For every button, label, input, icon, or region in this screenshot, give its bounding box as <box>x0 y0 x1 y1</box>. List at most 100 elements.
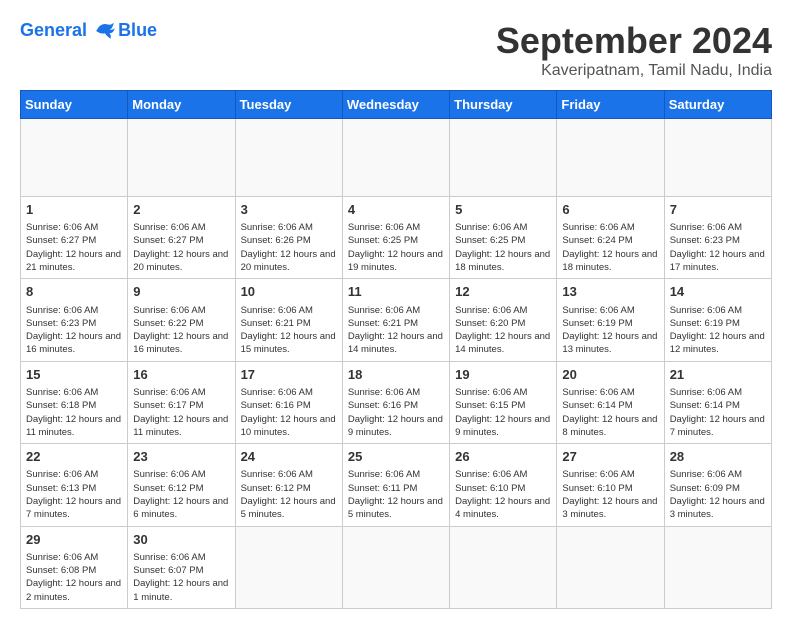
daylight-label: Daylight: 12 hours and 7 minutes. <box>670 414 765 438</box>
sunrise-label: Sunrise: 6:06 AM <box>562 222 634 233</box>
table-row: 18 Sunrise: 6:06 AM Sunset: 6:16 PM Dayl… <box>342 361 449 443</box>
day-number: 25 <box>348 448 444 466</box>
col-monday: Monday <box>128 91 235 119</box>
sunset-label: Sunset: 6:18 PM <box>26 400 96 411</box>
day-number: 30 <box>133 531 229 549</box>
sunset-label: Sunset: 6:09 PM <box>670 483 740 494</box>
table-row: 25 Sunrise: 6:06 AM Sunset: 6:11 PM Dayl… <box>342 444 449 526</box>
table-row: 1 Sunrise: 6:06 AM Sunset: 6:27 PM Dayli… <box>21 197 128 279</box>
sunrise-label: Sunrise: 6:06 AM <box>455 305 527 316</box>
daylight-label: Daylight: 12 hours and 4 minutes. <box>455 496 550 520</box>
day-number: 22 <box>26 448 122 466</box>
sunrise-label: Sunrise: 6:06 AM <box>455 387 527 398</box>
day-number: 15 <box>26 366 122 384</box>
sunrise-label: Sunrise: 6:06 AM <box>670 222 742 233</box>
table-row: 27 Sunrise: 6:06 AM Sunset: 6:10 PM Dayl… <box>557 444 664 526</box>
table-row: 3 Sunrise: 6:06 AM Sunset: 6:26 PM Dayli… <box>235 197 342 279</box>
table-row: 6 Sunrise: 6:06 AM Sunset: 6:24 PM Dayli… <box>557 197 664 279</box>
sunset-label: Sunset: 6:25 PM <box>348 235 418 246</box>
sunrise-label: Sunrise: 6:06 AM <box>133 552 205 563</box>
table-row <box>557 119 664 197</box>
sunrise-label: Sunrise: 6:06 AM <box>133 305 205 316</box>
day-number: 8 <box>26 283 122 301</box>
sunrise-label: Sunrise: 6:06 AM <box>26 552 98 563</box>
sunset-label: Sunset: 6:14 PM <box>562 400 632 411</box>
table-row <box>450 119 557 197</box>
daylight-label: Daylight: 12 hours and 11 minutes. <box>26 414 121 438</box>
table-row: 7 Sunrise: 6:06 AM Sunset: 6:23 PM Dayli… <box>664 197 771 279</box>
sunset-label: Sunset: 6:27 PM <box>133 235 203 246</box>
col-saturday: Saturday <box>664 91 771 119</box>
daylight-label: Daylight: 12 hours and 16 minutes. <box>26 331 121 355</box>
logo-bird-icon <box>94 20 116 42</box>
table-row <box>450 526 557 608</box>
table-row: 2 Sunrise: 6:06 AM Sunset: 6:27 PM Dayli… <box>128 197 235 279</box>
daylight-label: Daylight: 12 hours and 3 minutes. <box>670 496 765 520</box>
table-row: 9 Sunrise: 6:06 AM Sunset: 6:22 PM Dayli… <box>128 279 235 361</box>
month-title: September 2024 <box>496 20 772 62</box>
daylight-label: Daylight: 12 hours and 20 minutes. <box>241 249 336 273</box>
day-number: 17 <box>241 366 337 384</box>
table-row <box>664 526 771 608</box>
daylight-label: Daylight: 12 hours and 5 minutes. <box>241 496 336 520</box>
table-row <box>128 119 235 197</box>
day-number: 24 <box>241 448 337 466</box>
calendar-week-row: 29 Sunrise: 6:06 AM Sunset: 6:08 PM Dayl… <box>21 526 772 608</box>
daylight-label: Daylight: 12 hours and 14 minutes. <box>348 331 443 355</box>
calendar-week-row: 8 Sunrise: 6:06 AM Sunset: 6:23 PM Dayli… <box>21 279 772 361</box>
table-row: 20 Sunrise: 6:06 AM Sunset: 6:14 PM Dayl… <box>557 361 664 443</box>
sunset-label: Sunset: 6:20 PM <box>455 318 525 329</box>
sunrise-label: Sunrise: 6:06 AM <box>455 222 527 233</box>
day-number: 18 <box>348 366 444 384</box>
sunset-label: Sunset: 6:16 PM <box>348 400 418 411</box>
day-number: 10 <box>241 283 337 301</box>
sunset-label: Sunset: 6:27 PM <box>26 235 96 246</box>
sunset-label: Sunset: 6:21 PM <box>241 318 311 329</box>
sunset-label: Sunset: 6:15 PM <box>455 400 525 411</box>
sunrise-label: Sunrise: 6:06 AM <box>26 387 98 398</box>
col-tuesday: Tuesday <box>235 91 342 119</box>
logo-blue: Blue <box>118 21 157 41</box>
table-row <box>235 526 342 608</box>
table-row: 21 Sunrise: 6:06 AM Sunset: 6:14 PM Dayl… <box>664 361 771 443</box>
table-row <box>664 119 771 197</box>
day-number: 29 <box>26 531 122 549</box>
col-sunday: Sunday <box>21 91 128 119</box>
calendar-week-row <box>21 119 772 197</box>
table-row <box>342 119 449 197</box>
calendar-week-row: 15 Sunrise: 6:06 AM Sunset: 6:18 PM Dayl… <box>21 361 772 443</box>
sunset-label: Sunset: 6:26 PM <box>241 235 311 246</box>
table-row: 26 Sunrise: 6:06 AM Sunset: 6:10 PM Dayl… <box>450 444 557 526</box>
day-number: 19 <box>455 366 551 384</box>
table-row: 11 Sunrise: 6:06 AM Sunset: 6:21 PM Dayl… <box>342 279 449 361</box>
sunset-label: Sunset: 6:25 PM <box>455 235 525 246</box>
day-number: 11 <box>348 283 444 301</box>
col-friday: Friday <box>557 91 664 119</box>
sunset-label: Sunset: 6:10 PM <box>562 483 632 494</box>
sunset-label: Sunset: 6:16 PM <box>241 400 311 411</box>
table-row: 14 Sunrise: 6:06 AM Sunset: 6:19 PM Dayl… <box>664 279 771 361</box>
calendar-week-row: 1 Sunrise: 6:06 AM Sunset: 6:27 PM Dayli… <box>21 197 772 279</box>
col-thursday: Thursday <box>450 91 557 119</box>
table-row: 23 Sunrise: 6:06 AM Sunset: 6:12 PM Dayl… <box>128 444 235 526</box>
sunrise-label: Sunrise: 6:06 AM <box>133 387 205 398</box>
day-number: 5 <box>455 201 551 219</box>
sunset-label: Sunset: 6:12 PM <box>133 483 203 494</box>
day-number: 9 <box>133 283 229 301</box>
sunrise-label: Sunrise: 6:06 AM <box>455 469 527 480</box>
day-number: 7 <box>670 201 766 219</box>
day-number: 12 <box>455 283 551 301</box>
sunset-label: Sunset: 6:23 PM <box>670 235 740 246</box>
daylight-label: Daylight: 12 hours and 6 minutes. <box>133 496 228 520</box>
table-row: 16 Sunrise: 6:06 AM Sunset: 6:17 PM Dayl… <box>128 361 235 443</box>
sunrise-label: Sunrise: 6:06 AM <box>670 305 742 316</box>
day-number: 20 <box>562 366 658 384</box>
daylight-label: Daylight: 12 hours and 9 minutes. <box>455 414 550 438</box>
sunrise-label: Sunrise: 6:06 AM <box>26 305 98 316</box>
sunset-label: Sunset: 6:10 PM <box>455 483 525 494</box>
sunset-label: Sunset: 6:23 PM <box>26 318 96 329</box>
sunset-label: Sunset: 6:19 PM <box>562 318 632 329</box>
col-wednesday: Wednesday <box>342 91 449 119</box>
daylight-label: Daylight: 12 hours and 13 minutes. <box>562 331 657 355</box>
table-row <box>342 526 449 608</box>
